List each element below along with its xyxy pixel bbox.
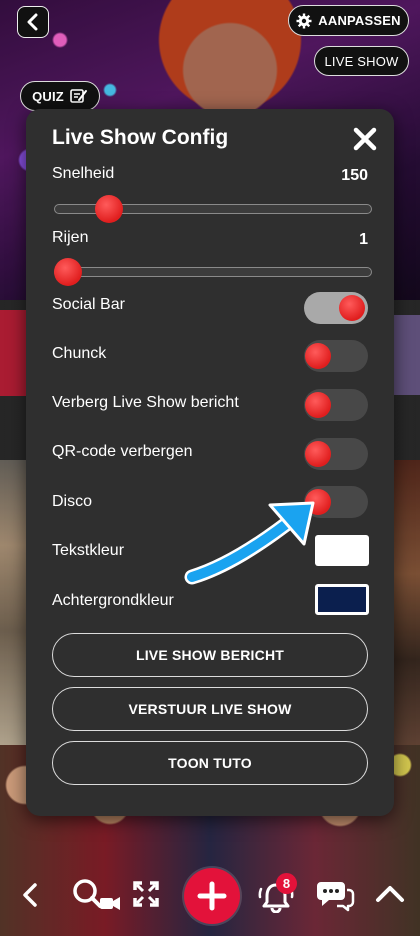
toggle-knob <box>305 343 331 369</box>
annotation-arrow-icon <box>184 501 315 585</box>
edit-icon <box>70 88 88 104</box>
chat-icon <box>317 882 355 912</box>
rows-value: 1 <box>359 231 368 248</box>
modal-title: Live Show Config <box>52 126 229 149</box>
close-icon <box>353 127 377 151</box>
live-show-label: LIVE SHOW <box>324 53 399 69</box>
notification-count-badge: 8 <box>276 873 297 894</box>
adjust-button[interactable]: AANPASSEN <box>288 5 409 36</box>
live-show-message-button[interactable]: LIVE SHOW BERICHT <box>52 633 368 677</box>
speed-value: 150 <box>341 167 368 184</box>
toggle-knob <box>339 295 365 321</box>
rows-label: Rijen <box>52 229 89 246</box>
fullscreen-button[interactable] <box>130 878 162 910</box>
adjust-label: AANPASSEN <box>318 13 401 28</box>
social-bar-toggle[interactable] <box>304 292 368 324</box>
text-color-label: Tekstkleur <box>52 542 125 559</box>
chunck-label: Chunck <box>52 345 107 362</box>
show-tutorial-button[interactable]: TOON TUTO <box>52 741 368 785</box>
quiz-label: QUIZ <box>32 88 64 104</box>
close-button[interactable] <box>350 124 380 154</box>
disco-label: Disco <box>52 493 93 510</box>
quiz-button[interactable]: QUIZ <box>20 81 100 111</box>
toggle-knob <box>305 392 331 418</box>
chevron-left-icon <box>27 13 38 31</box>
hide-qr-toggle[interactable] <box>304 438 368 470</box>
rows-slider[interactable] <box>53 258 372 286</box>
fullscreen-icon <box>133 881 159 907</box>
toggle-knob <box>305 441 331 467</box>
nav-back-button[interactable] <box>14 878 46 912</box>
social-bar-label: Social Bar <box>52 296 125 313</box>
hide-message-toggle[interactable] <box>304 389 368 421</box>
scroll-up-button[interactable] <box>372 878 408 910</box>
hide-message-label: Verberg Live Show bericht <box>52 394 239 411</box>
speed-slider-thumb[interactable] <box>95 195 124 223</box>
back-button[interactable] <box>17 6 49 38</box>
speed-slider[interactable] <box>54 195 372 223</box>
speed-label: Snelheid <box>52 165 115 182</box>
plus-icon <box>197 881 227 911</box>
gear-icon <box>296 13 312 29</box>
search-video-icon <box>73 879 120 910</box>
background-color-label: Achtergrondkleur <box>52 592 174 609</box>
chunck-toggle[interactable] <box>304 340 368 372</box>
live-show-button[interactable]: LIVE SHOW <box>314 46 409 76</box>
send-live-show-button[interactable]: VERSTUUR LIVE SHOW <box>52 687 368 731</box>
add-button[interactable] <box>184 868 240 924</box>
hide-qr-label: QR-code verbergen <box>52 443 193 460</box>
search-button[interactable] <box>70 876 122 914</box>
chat-button[interactable] <box>314 876 356 914</box>
rows-slider-thumb[interactable] <box>53 258 82 286</box>
chevron-left-icon <box>23 883 37 907</box>
chevron-up-icon <box>376 886 404 902</box>
live-show-config-modal: Live Show Config Snelheid 150 Rijen 1 So… <box>26 109 394 816</box>
